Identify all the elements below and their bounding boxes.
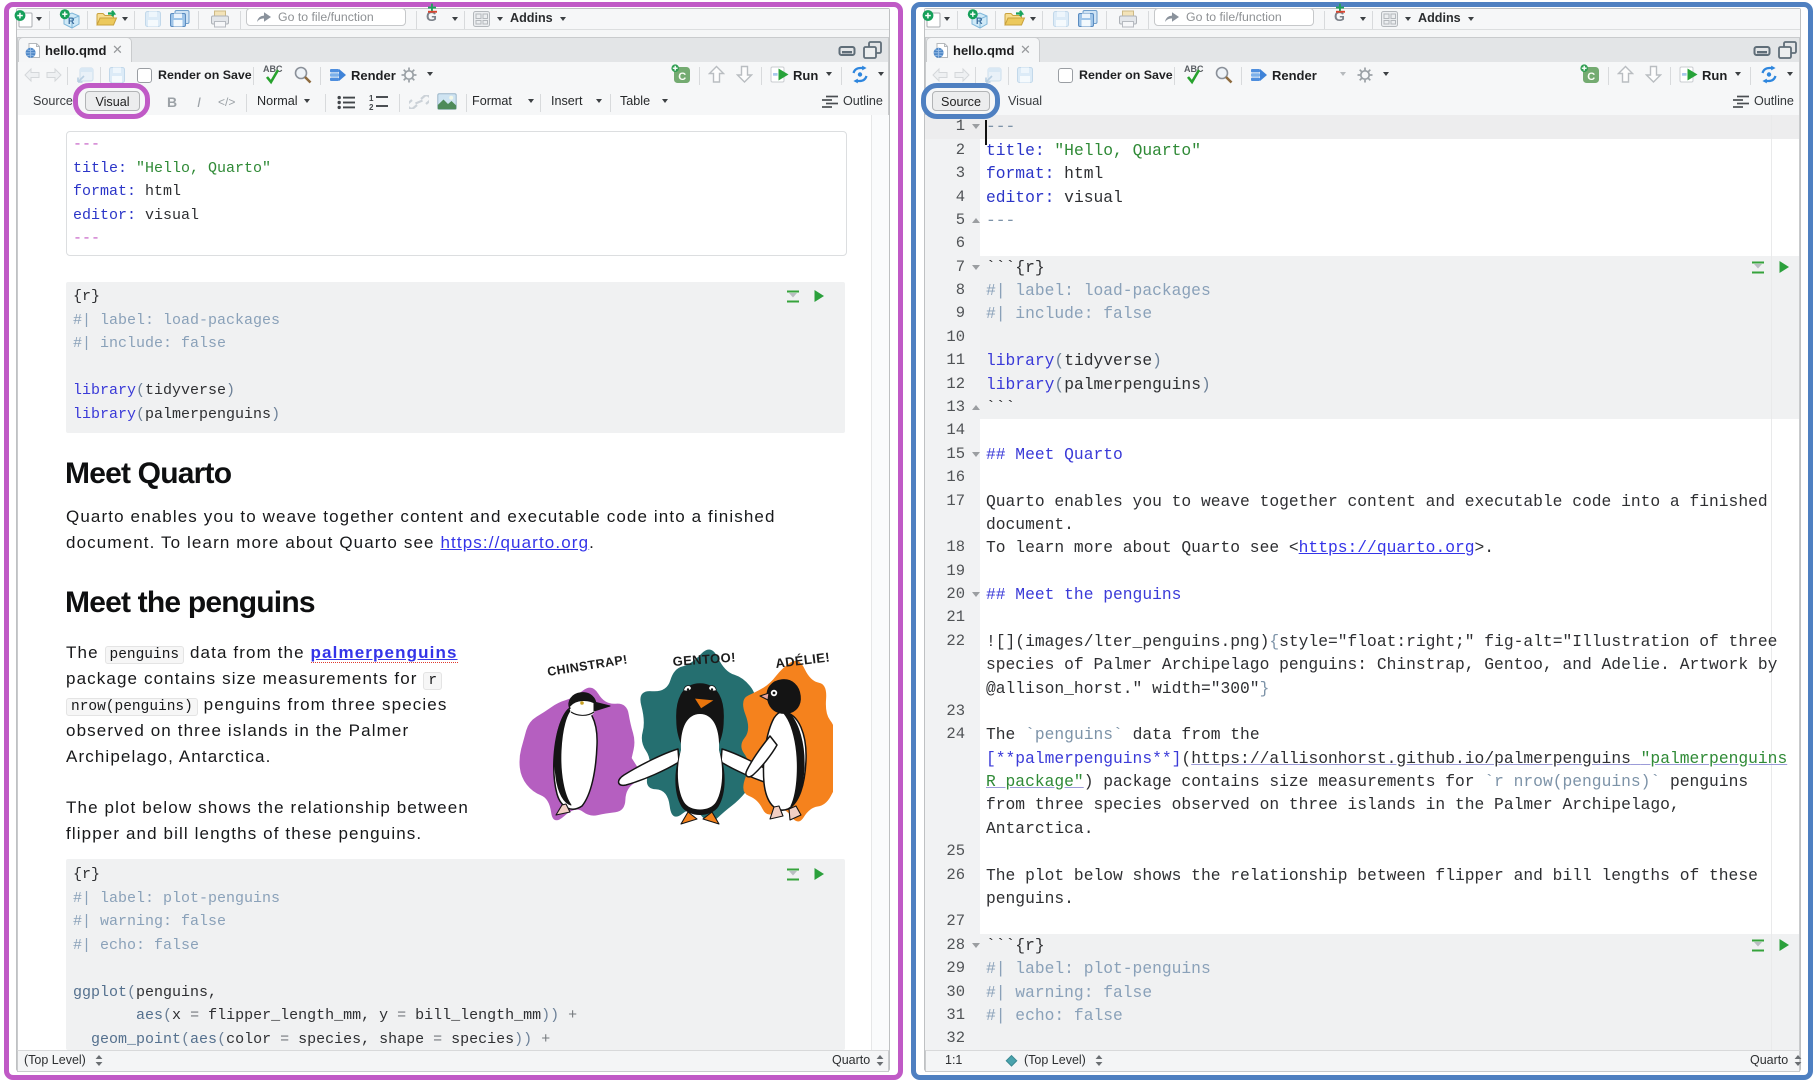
- svg-text:R: R: [976, 16, 983, 26]
- svg-text:ABC: ABC: [1184, 64, 1204, 74]
- svg-text:GENTOO!: GENTOO!: [672, 650, 736, 669]
- svg-text:C: C: [1587, 71, 1595, 83]
- svg-text:2: 2: [369, 103, 374, 111]
- svg-text:C: C: [678, 71, 686, 83]
- svg-text:1: 1: [369, 94, 374, 103]
- svg-text:ABC: ABC: [263, 64, 283, 74]
- svg-text:ADÉLIE!: ADÉLIE!: [775, 649, 831, 671]
- svg-text:R: R: [68, 16, 75, 26]
- svg-text:CHINSTRAP!: CHINSTRAP!: [546, 652, 628, 679]
